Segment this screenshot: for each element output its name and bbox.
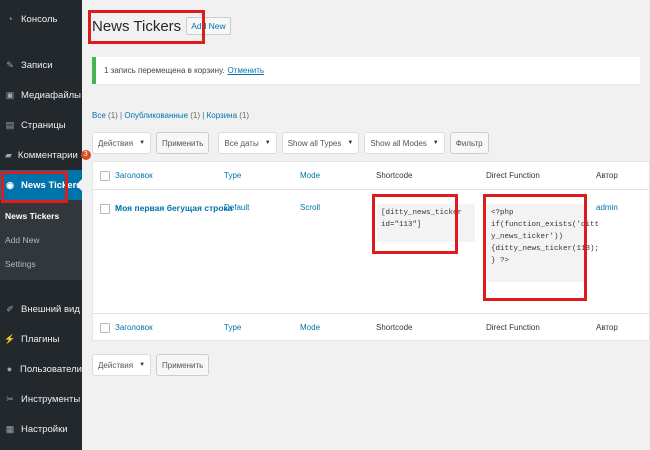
sidebar-item-dashboard[interactable]: ◔ Консоль — [0, 4, 82, 34]
filter-published-count: (1) — [190, 111, 201, 120]
column-mode-footer[interactable]: Mode — [300, 323, 320, 332]
dashboard-icon: ◔ — [7, 14, 13, 24]
filter-all-count: (1) — [108, 111, 118, 120]
types-label: Show all Types — [287, 138, 342, 148]
select-all-checkbox[interactable] — [100, 171, 110, 181]
appearance-icon: ✐ — [6, 303, 14, 314]
column-type[interactable]: Type — [224, 171, 241, 180]
column-direct-function: Direct Function — [486, 171, 540, 180]
sidebar-item-tools[interactable]: ✂ Инструменты — [0, 384, 82, 414]
table-footer: Заголовок Type Mode Shortcode Direct Fun… — [93, 313, 649, 341]
filter-button[interactable]: Фильтр — [449, 132, 489, 154]
bulk-actions-select-bottom[interactable]: Действия ▼ — [92, 354, 152, 376]
shortcode-value[interactable]: [ditty_news_ticker id="113"] — [377, 204, 475, 242]
dates-select[interactable]: Все даты ▼ — [218, 132, 277, 154]
types-select[interactable]: Show all Types ▼ — [281, 132, 360, 154]
sidebar-item-media[interactable]: ▣ Медиафайлы — [0, 80, 82, 110]
select-all-checkbox-footer[interactable] — [100, 323, 110, 333]
sidebar-item-settings[interactable]: ▦ Настройки — [0, 414, 82, 444]
submenu-settings[interactable]: Settings — [0, 254, 82, 274]
notice-text: 1 запись перемещена в корзину. — [104, 66, 225, 75]
tools-icon: ✂ — [6, 393, 14, 404]
column-direct-function-footer: Direct Function — [486, 323, 540, 332]
pages-icon: ▤ — [5, 119, 15, 130]
sidebar-item-pages[interactable]: ▤ Страницы — [0, 110, 82, 140]
plugins-icon: ⚡ — [4, 333, 16, 344]
modes-label: Show all Modes — [370, 138, 427, 148]
bulk-actions-label: Действия — [98, 138, 134, 148]
sidebar-item-label: Плагины — [21, 333, 60, 345]
sidebar-item-news-tickers[interactable]: ◉ News Tickers — [0, 170, 82, 200]
sidebar-item-comments[interactable]: ▰ Комментарии 3 — [0, 140, 91, 170]
sidebar-item-plugins[interactable]: ⚡ Плагины — [0, 324, 82, 354]
row-mode-link[interactable]: Scroll — [300, 203, 320, 212]
sidebar-item-label: Комментарии — [17, 149, 78, 161]
bulk-actions-label: Действия — [98, 360, 134, 370]
column-title-footer[interactable]: Заголовок — [115, 323, 153, 332]
sidebar-item-label: Настройки — [21, 423, 68, 435]
sidebar-item-label: Консоль — [21, 13, 58, 25]
pin-icon: ✎ — [6, 59, 14, 70]
apply-button[interactable]: Применить — [156, 132, 210, 154]
main-content: News Tickers Add New 1 запись перемещена… — [82, 0, 650, 450]
sidebar-item-label: News Tickers — [21, 179, 82, 191]
submenu-add-new[interactable]: Add New — [0, 230, 82, 250]
row-title-link[interactable]: Моя первая бегущая строка — [115, 203, 233, 213]
sidebar-item-label: Записи — [21, 59, 53, 71]
page-title: News Tickers — [92, 17, 182, 35]
table-header: Заголовок Type Mode Shortcode Direct Fun… — [93, 162, 649, 190]
sidebar-item-label: Медиафайлы — [21, 89, 82, 101]
chevron-down-icon: ▼ — [139, 140, 146, 146]
column-shortcode: Shortcode — [376, 171, 413, 180]
chevron-down-icon: ▼ — [139, 362, 146, 368]
chevron-down-icon: ▼ — [432, 140, 439, 146]
media-icon: ▣ — [5, 89, 15, 100]
sidebar-item-label: Пользователи — [19, 363, 82, 375]
tablenav-bottom: Действия ▼ Применить — [92, 354, 210, 376]
column-type-footer[interactable]: Type — [224, 323, 241, 332]
tickers-table: Заголовок Type Mode Shortcode Direct Fun… — [92, 161, 650, 341]
admin-sidebar: ◔ Консоль ✎ Записи ▣ Медиафайлы ▤ Страни… — [0, 0, 91, 450]
settings-icon: ▦ — [5, 423, 15, 434]
chevron-down-icon: ▼ — [347, 140, 354, 146]
chevron-down-icon: ▼ — [264, 140, 271, 146]
column-mode[interactable]: Mode — [300, 171, 320, 180]
sidebar-item-posts[interactable]: ✎ Записи — [0, 50, 82, 80]
ticker-icon: ◉ — [6, 179, 14, 190]
row-type-link[interactable]: Default — [224, 203, 249, 212]
sidebar-submenu: News Tickers Add New Settings — [0, 200, 82, 280]
sidebar-item-label: Страницы — [21, 119, 66, 131]
column-shortcode-footer: Shortcode — [376, 323, 413, 332]
filter-trash-count: (1) — [239, 111, 250, 120]
sidebar-item-appearance[interactable]: ✐ Внешний вид — [0, 294, 82, 324]
add-new-button[interactable]: Add New — [186, 17, 231, 35]
sidebar-item-label: Внешний вид — [21, 303, 80, 315]
column-author: Автор — [596, 171, 618, 180]
status-filters: Все (1) | Опубликованные (1) | Корзина (… — [92, 111, 250, 120]
sidebar-item-label: Инструменты — [21, 393, 81, 405]
dates-label: Все даты — [224, 138, 259, 148]
column-author-footer: Автор — [596, 323, 618, 332]
column-title[interactable]: Заголовок — [115, 171, 153, 180]
comments-icon: ▰ — [5, 149, 12, 160]
sidebar-item-users[interactable]: ● Пользователи — [0, 354, 82, 384]
modes-select[interactable]: Show all Modes ▼ — [364, 132, 445, 154]
filter-trash[interactable]: Корзина — [207, 111, 237, 120]
notice-bar: 1 запись перемещена в корзину. Отменить — [92, 57, 640, 84]
table-row: Моя первая бегущая строка Default Scroll… — [93, 190, 649, 313]
bulk-actions-select[interactable]: Действия ▼ — [92, 132, 152, 154]
filter-all[interactable]: Все — [92, 111, 106, 120]
undo-link[interactable]: Отменить — [228, 66, 265, 75]
row-author-link[interactable]: admin — [596, 203, 618, 212]
row-checkbox[interactable] — [100, 204, 110, 214]
submenu-news-tickers[interactable]: News Tickers — [0, 206, 82, 226]
tablenav-top: Действия ▼ Применить Все даты ▼ Show all… — [92, 132, 489, 154]
page-header: News Tickers Add New — [92, 17, 231, 35]
filter-published[interactable]: Опубликованные — [124, 111, 188, 120]
direct-function-value[interactable]: <?php if(function_exists('ditt y_news_ti… — [487, 204, 599, 282]
users-icon: ● — [6, 364, 13, 374]
apply-button-bottom[interactable]: Применить — [156, 354, 210, 376]
